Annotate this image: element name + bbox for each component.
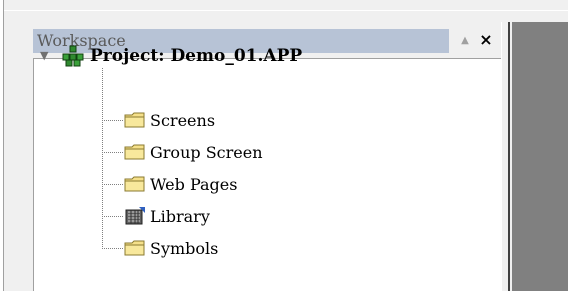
folder-icon <box>124 240 145 256</box>
tree-item-label[interactable]: Web Pages <box>150 175 237 194</box>
left-border <box>0 0 4 291</box>
pin-up-icon[interactable]: ▲ <box>458 32 472 50</box>
tree-item-group-screen[interactable]: Group Screen <box>124 140 263 164</box>
tree-connector-horizontal <box>102 248 124 249</box>
tree-connector-horizontal <box>102 216 124 217</box>
tree-connector-vertical <box>102 68 103 248</box>
expand-arrow-icon[interactable]: ▼ <box>40 49 54 63</box>
tree-connector-horizontal <box>102 184 124 185</box>
splitter-line <box>508 22 510 291</box>
folder-icon <box>124 144 145 160</box>
tree-item-symbols[interactable]: Symbols <box>124 236 218 260</box>
main-view-area[interactable] <box>512 22 568 291</box>
library-icon <box>125 207 145 225</box>
project-label[interactable]: Project: Demo_01.APP <box>90 46 302 66</box>
screen: Workspace ▲ × ▼ Project: Demo_01.APP Scr… <box>0 0 568 291</box>
project-tree-icon <box>62 45 84 67</box>
tree-root-project[interactable]: ▼ Project: Demo_01.APP <box>40 44 302 68</box>
tree-item-screens[interactable]: Screens <box>124 108 215 132</box>
close-icon[interactable]: × <box>478 31 494 49</box>
folder-icon <box>124 112 145 128</box>
tree-item-label[interactable]: Symbols <box>150 239 218 258</box>
tree-item-label[interactable]: Group Screen <box>150 143 263 162</box>
folder-icon <box>124 176 145 192</box>
tree-item-web-pages[interactable]: Web Pages <box>124 172 237 196</box>
tree-connector-horizontal <box>102 120 124 121</box>
top-border <box>0 0 568 11</box>
tree-item-label[interactable]: Screens <box>150 111 215 130</box>
tree-item-library[interactable]: Library <box>124 204 210 228</box>
tree-item-label[interactable]: Library <box>150 207 210 226</box>
workspace-tree-area[interactable] <box>33 58 501 291</box>
tree-connector-horizontal <box>102 152 124 153</box>
